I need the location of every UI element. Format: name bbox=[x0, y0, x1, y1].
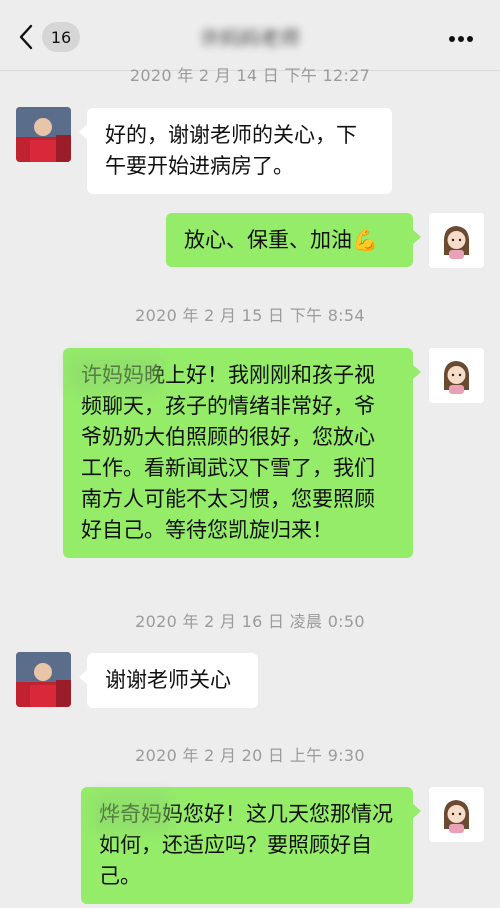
more-button[interactable] bbox=[448, 28, 474, 47]
message-text: 放心、保重、加油💪 bbox=[184, 228, 379, 252]
girl-cartoon-icon bbox=[429, 787, 484, 842]
timestamp: 2020 年 2 月 20 日 上午 9:30 bbox=[135, 746, 365, 765]
contact-avatar[interactable] bbox=[16, 652, 71, 707]
girl-cartoon-icon bbox=[429, 348, 484, 403]
message-text: 谢谢老师关心 bbox=[105, 668, 231, 692]
message-bubble-sent[interactable]: 烨奇妈妈您好！这几天您那情况如何，还适应吗？要照顾好自己。 bbox=[81, 787, 421, 904]
girl-cartoon-icon bbox=[429, 213, 484, 268]
my-avatar[interactable] bbox=[429, 348, 484, 403]
my-avatar[interactable] bbox=[429, 787, 484, 842]
my-avatar[interactable] bbox=[429, 213, 484, 268]
more-dots-icon bbox=[449, 36, 473, 42]
privacy-blur bbox=[69, 354, 161, 392]
unread-count-badge: 16 bbox=[42, 22, 80, 52]
person-photo-icon bbox=[16, 107, 71, 162]
message-text: 好的，谢谢老师的关心，下午要开始进病房了。 bbox=[105, 123, 357, 178]
privacy-blur bbox=[91, 793, 171, 833]
timestamp: 2020 年 2 月 15 日 下午 8:54 bbox=[135, 306, 365, 325]
timestamp: 2020 年 2 月 14 日 下午 12:27 bbox=[129, 66, 371, 85]
contact-name: 许妈妈老师 bbox=[200, 26, 300, 50]
message-bubble-received[interactable]: 谢谢老师关心 bbox=[79, 653, 258, 708]
message-bubble-sent[interactable]: 许妈妈晚上好！我刚刚和孩子视频聊天，孩子的情绪非常好，爷爷奶奶大伯照顾的很好，您… bbox=[63, 348, 421, 558]
timestamp: 2020 年 2 月 16 日 凌晨 0:50 bbox=[135, 612, 365, 631]
back-button[interactable]: 16 bbox=[18, 20, 80, 54]
message-bubble-sent[interactable]: 放心、保重、加油💪 bbox=[166, 213, 421, 267]
person-photo-icon bbox=[16, 652, 71, 707]
message-bubble-received[interactable]: 好的，谢谢老师的关心，下午要开始进病房了。 bbox=[79, 108, 392, 194]
chat-header: 16 许妈妈老师 bbox=[0, 0, 500, 71]
contact-avatar[interactable] bbox=[16, 107, 71, 162]
chevron-left-icon bbox=[19, 24, 33, 50]
